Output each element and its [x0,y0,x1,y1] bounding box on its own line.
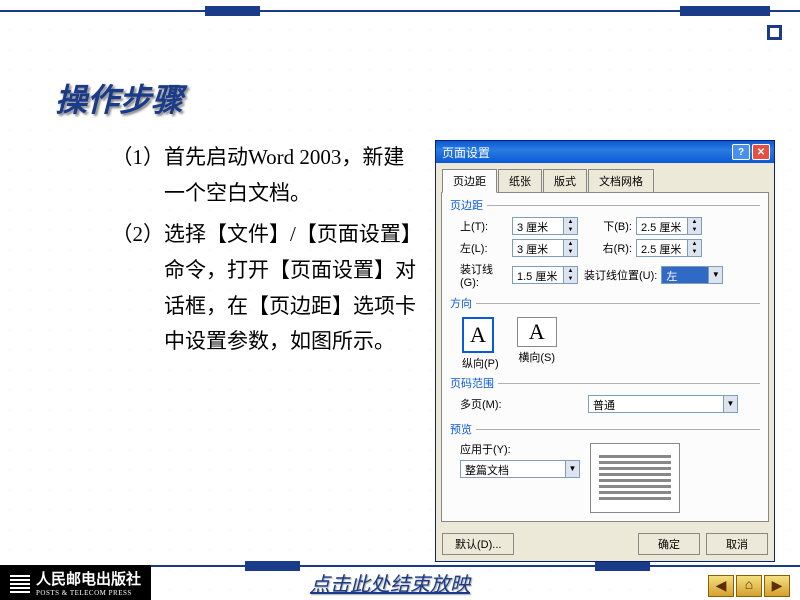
group-orientation: 方向 [450,295,472,311]
label-apply: 应用于(Y): [460,441,580,457]
input-gutter[interactable]: 1.5 厘米▲▼ [512,266,578,284]
dialog-titlebar[interactable]: 页面设置 ? ✕ [436,141,774,163]
input-left[interactable]: 3 厘米▲▼ [512,239,578,257]
input-bottom[interactable]: 2.5 厘米▲▼ [636,217,702,235]
publisher-icon [10,573,30,593]
ok-button[interactable]: 确定 [638,533,700,555]
end-slideshow-link[interactable]: 点击此处结束放映 [310,568,470,597]
input-right[interactable]: 2.5 厘米▲▼ [636,239,702,257]
input-gutter-pos[interactable]: 左▼ [661,266,723,284]
nav-prev-button[interactable]: ◀ [708,575,734,597]
dialog-tabs: 页边距 纸张 版式 文档网格 [436,163,774,192]
label-right: 右(R): [582,240,632,256]
close-icon[interactable]: ✕ [752,144,770,160]
page-setup-dialog: 页面设置 ? ✕ 页边距 纸张 版式 文档网格 页边距 上(T): 3 厘米▲▼… [435,140,775,562]
label-top: 上(T): [460,218,508,234]
label-gutter-pos: 装订线位置(U): [584,267,657,283]
tab-paper[interactable]: 纸张 [498,169,542,192]
decoration-square [767,25,782,40]
chevron-down-icon: ▼ [723,396,737,412]
group-preview: 预览 [450,421,472,437]
slide-body: （1）首先启动Word 2003，新建一个空白文档。 （2）选择【文件】/【页面… [80,140,420,366]
preview-thumbnail [590,443,680,513]
tab-layout[interactable]: 版式 [543,169,587,192]
orientation-portrait[interactable]: A 纵向(P) [462,317,499,371]
dialog-title: 页面设置 [440,144,730,161]
nav-next-button[interactable]: ▶ [764,575,790,597]
publisher-logo: 人民邮电出版社 POSTS & TELECOM PRESS [0,565,151,600]
slide-title: 操作步骤 [55,75,183,121]
group-pages: 页码范围 [450,375,494,391]
orientation-landscape[interactable]: A 横向(S) [517,317,557,371]
cancel-button[interactable]: 取消 [706,533,768,555]
tab-grid[interactable]: 文档网格 [588,169,654,192]
input-apply[interactable]: 整篇文档▼ [460,460,580,478]
help-icon[interactable]: ? [732,144,750,160]
input-multipage[interactable]: 普通▼ [588,395,738,413]
tab-margins[interactable]: 页边距 [442,169,497,193]
group-margins: 页边距 [450,197,483,213]
nav-home-button[interactable]: ⌂ [736,575,762,597]
chevron-down-icon: ▼ [708,267,722,283]
step-2: （2）选择【文件】/【页面设置】命令，打开【页面设置】对话框，在【页边距】选项卡… [80,217,420,360]
step-1: （1）首先启动Word 2003，新建一个空白文档。 [80,140,420,211]
label-left: 左(L): [460,240,508,256]
label-gutter: 装订线(G): [460,261,508,289]
chevron-down-icon: ▼ [565,461,579,477]
label-bottom: 下(B): [582,218,632,234]
default-button[interactable]: 默认(D)... [442,533,514,555]
label-multipage: 多页(M): [460,396,520,412]
input-top[interactable]: 3 厘米▲▼ [512,217,578,235]
